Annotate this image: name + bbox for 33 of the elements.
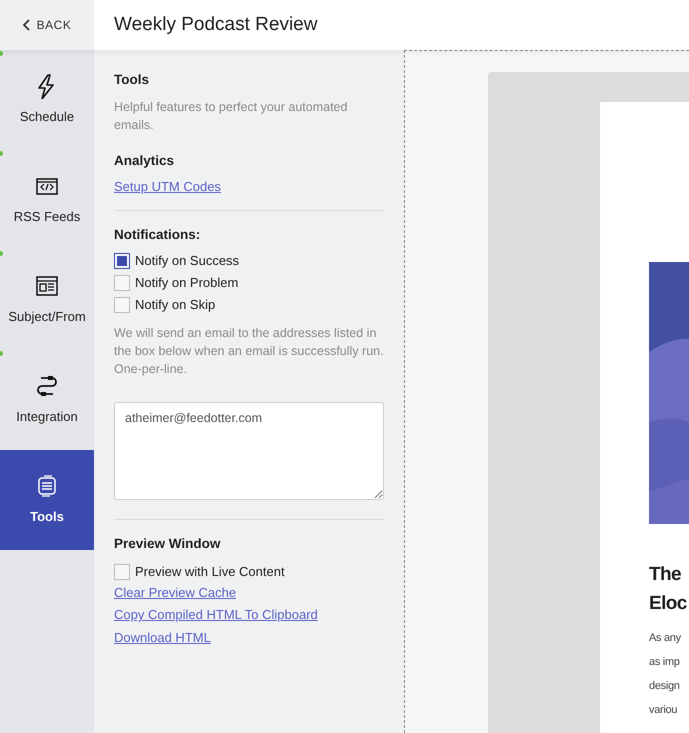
checkbox[interactable] [114,296,130,312]
section-heading: Tools [114,71,150,89]
checkbox[interactable] [114,274,130,290]
headline-text: The [649,563,681,587]
back-button[interactable]: BACK [0,0,94,50]
section-heading: Analytics [114,152,176,170]
checkbox[interactable] [114,252,130,268]
nav-item[interactable]: Schedule [0,50,94,150]
headline-text: Eloc [649,592,687,616]
nav-item[interactable]: Subject/From [0,250,94,350]
body-text: design [649,679,680,694]
tool-link[interactable]: Clear Preview Cache [114,582,236,602]
back-chevron-icon [22,19,31,31]
body-text: as imp [649,655,680,670]
tool-link[interactable]: Copy Compiled HTML To Clipboard [114,605,318,625]
section-heading: Preview Window [114,535,222,554]
checkbox-label: Notify on Success [135,252,240,270]
email-list-field[interactable]: atheimer@feedotter.com [114,402,384,500]
nav-item[interactable]: Tools [0,450,94,550]
body-text: variou [649,703,678,718]
section-heading: Notifications: [114,226,202,244]
checkbox-label: Notify on Problem [135,274,238,292]
checkbox-label: Notify on Skip [135,296,216,314]
nav-item[interactable]: RSS Feeds [0,150,94,250]
page-title: Weekly Podcast Review [113,14,318,36]
checkbox[interactable] [114,564,130,580]
utm-link[interactable]: Setup UTM Codes [114,176,221,196]
description-text: Helpful features to perfect your automated emails. [114,99,348,134]
checkbox-label: Preview with Live Content [135,562,285,581]
tool-link[interactable]: Download HTML [114,628,211,648]
body-text: As any [649,631,681,646]
help-text: We will send an email to the addresses listed in the box below when an email is successfully run. One-per-line. [114,324,384,378]
nav-item[interactable]: Integration [0,350,94,450]
